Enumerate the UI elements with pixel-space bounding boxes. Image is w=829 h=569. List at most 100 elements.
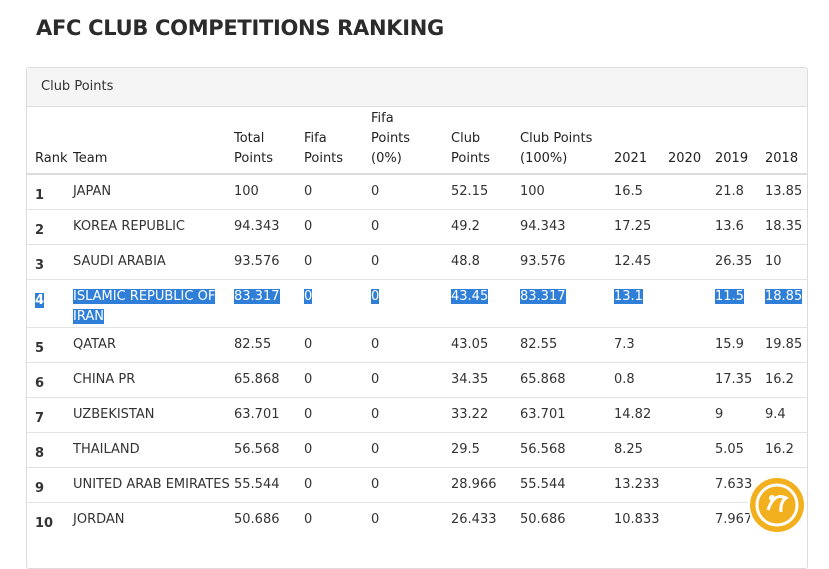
table-row[interactable]: 4 ISLAMIC REPUBLIC OF IRAN 83.317 0 0 43.45 83… [27, 278, 807, 327]
column-header-label: Fifa [371, 111, 394, 126]
column-header[interactable]: Fifa Points [304, 107, 371, 175]
cell-total-text: 65.868 [234, 371, 280, 387]
cell-fifa: 0 [304, 396, 371, 432]
ranking-panel: Club Points Rank Team Total Points Fifa Point… [26, 67, 808, 569]
cell-y2021: 0.8 [614, 361, 668, 397]
cell-fifa: 0 [304, 278, 371, 327]
cell-team-text: ISLAMIC REPUBLIC OF IRAN [73, 288, 216, 324]
cell-rank-text: 5 [35, 340, 45, 356]
cell-rank-text: 9 [35, 480, 45, 496]
cell-y2021: 12.45 [614, 243, 668, 279]
cell-total-text: 56.568 [234, 441, 280, 457]
table-row[interactable]: 5 QATAR 82.55 0 0 43.05 82.55 7.3 15.9 19.85 [27, 326, 807, 362]
cell-rank-text: 3 [35, 257, 45, 273]
column-header[interactable]: Club Points (100%) [520, 107, 614, 175]
cell-team: JORDAN [73, 501, 234, 537]
cell-fifa0: 0 [371, 501, 451, 537]
cell-team-text: JORDAN [73, 511, 125, 527]
cell-fifa: 0 [304, 431, 371, 467]
cell-club100: 56.568 [520, 431, 614, 467]
cell-fifa-text: 0 [304, 288, 313, 304]
site-logo-icon[interactable] [750, 478, 804, 532]
column-header-label: 2020 [668, 151, 702, 166]
cell-club100: 50.686 [520, 501, 614, 537]
cell-total: 82.55 [234, 326, 304, 362]
table-row[interactable]: 1 JAPAN 100 0 0 52.15 100 16.5 21.8 13.85 [27, 173, 807, 209]
cell-total: 55.544 [234, 466, 304, 502]
cell-y2019: 26.35 [715, 243, 765, 279]
cell-fifa0-text: 0 [371, 371, 380, 387]
cell-y2018: 16.2 [765, 361, 807, 397]
cell-club100-text: 82.55 [520, 336, 558, 352]
cell-y2018-text: 18.85 [765, 288, 803, 304]
table-row[interactable]: 10JORDAN50.6860026.43350.68610.8337.9677… [27, 501, 807, 537]
cell-y2021-text: 8.25 [614, 441, 643, 457]
cell-y2019: 15.9 [715, 326, 765, 362]
cell-y2021: 16.5 [614, 173, 668, 209]
cell-fifa: 0 [304, 208, 371, 244]
column-header[interactable]: 2019 [715, 107, 765, 175]
cell-y2018: 18.35 [765, 208, 807, 244]
cell-y2020 [668, 431, 715, 467]
cell-rank: 3 [27, 243, 73, 279]
cell-club100-text: 100 [520, 184, 545, 199]
cell-total: 83.317 [234, 278, 304, 327]
cell-fifa-text: 0 [304, 253, 313, 269]
cell-club: 33.22 [451, 396, 520, 432]
column-header[interactable]: Rank [27, 107, 73, 175]
cell-fifa0: 0 [371, 278, 451, 327]
cell-club-text: 43.45 [451, 288, 489, 304]
cell-rank: 9 [27, 466, 73, 502]
cell-y2021: 17.25 [614, 208, 668, 244]
column-header[interactable]: 2020 [668, 107, 715, 175]
cell-y2021-text: 7.3 [614, 336, 635, 352]
cell-total-text: 50.686 [234, 511, 280, 527]
cell-team: CHINA PR [73, 361, 234, 397]
table-row[interactable]: 6 CHINA PR 65.868 0 0 34.35 65.868 0.8 17.35 16.2 [27, 361, 807, 397]
column-header[interactable]: 2018 [765, 107, 807, 175]
column-header[interactable]: Fifa Points (0%) [371, 107, 451, 175]
cell-y2021-text: 13.233 [614, 476, 660, 492]
cell-fifa0-text: 0 [371, 253, 380, 269]
column-header-label: Team [73, 151, 108, 166]
cell-y2018: 9.4 [765, 396, 807, 432]
cell-total: 100 [234, 173, 304, 209]
cell-club100: 55.544 [520, 466, 614, 502]
cell-fifa0: 0 [371, 361, 451, 397]
cell-total-text: 82.55 [234, 336, 272, 352]
cell-y2021: 13.233 [614, 466, 668, 502]
cell-rank: 5 [27, 326, 73, 362]
cell-rank-text: 2 [35, 222, 45, 238]
table-row[interactable]: 3 SAUDI ARABIA 93.576 0 0 48.8 93.576 12.45 26.3… [27, 243, 807, 279]
cell-club: 34.35 [451, 361, 520, 397]
cell-fifa: 0 [304, 466, 371, 502]
cell-club100-text: 50.686 [520, 511, 566, 527]
cell-y2018-text: 19.85 [765, 336, 803, 352]
column-header[interactable]: Total Points [234, 107, 304, 175]
cell-fifa: 0 [304, 361, 371, 397]
cell-y2019: 5.05 [715, 431, 765, 467]
column-header[interactable]: Club Points [451, 107, 520, 175]
table-row[interactable]: 2 KOREA REPUBLIC 94.343 0 0 49.2 94.343 17.25 13… [27, 208, 807, 244]
column-header[interactable]: Team [73, 107, 234, 175]
cell-y2020 [668, 173, 715, 209]
column-header[interactable]: 2021 [614, 107, 668, 175]
cell-y2021-text: 0.8 [614, 371, 635, 387]
table-row[interactable]: 7 UZBEKISTAN 63.701 0 0 33.22 63.701 14.82 9 9.4 [27, 396, 807, 432]
table-row[interactable]: 8 THAILAND 56.568 0 0 29.5 56.568 8.25 5.05 16.2 [27, 431, 807, 467]
cell-fifa0-text: 0 [371, 218, 380, 234]
cell-club100: 100 [520, 173, 614, 209]
cell-y2020 [668, 361, 715, 397]
cell-y2019: 21.8 [715, 173, 765, 209]
cell-fifa0-text: 0 [371, 336, 380, 352]
cell-fifa0: 0 [371, 466, 451, 502]
cell-fifa0: 0 [371, 396, 451, 432]
table-row[interactable]: 9 UNITED ARAB EMIRATES 55.544 0 0 28.966 55.54… [27, 466, 807, 502]
column-header-label: Rank [35, 151, 68, 166]
cell-club: 48.8 [451, 243, 520, 279]
cell-club100-text: 83.317 [520, 288, 566, 304]
cell-y2020 [668, 243, 715, 279]
cell-fifa-text: 0 [304, 184, 313, 199]
cell-y2021-text: 14.82 [614, 406, 652, 422]
cell-total: 56.568 [234, 431, 304, 467]
